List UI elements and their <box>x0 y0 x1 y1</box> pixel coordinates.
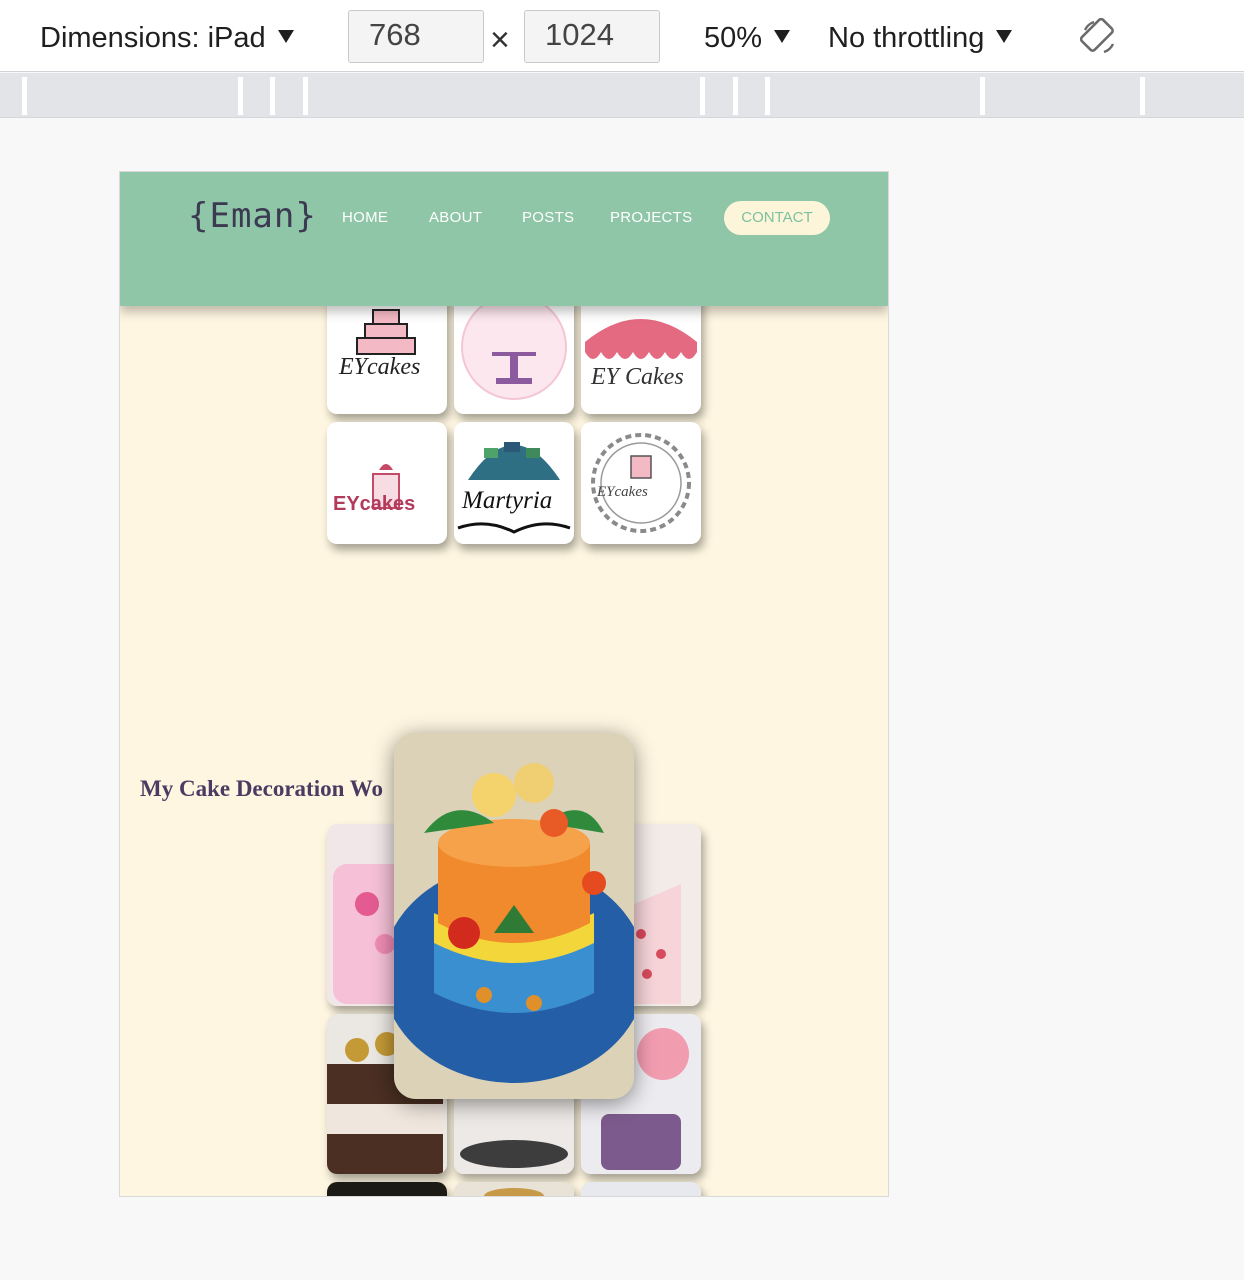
caret-down-icon <box>774 30 791 43</box>
cake-section-title: My Cake Decoration Wo <box>140 776 383 801</box>
ey-cakes-logo-5[interactable]: EYcakes <box>581 422 701 544</box>
nav-posts[interactable]: POSTS <box>522 209 574 226</box>
ey-cakes-logo-3[interactable]: EY Cakes <box>581 292 701 414</box>
media-query-marker <box>765 77 770 115</box>
rotate-device-icon[interactable] <box>1079 17 1118 56</box>
cookie-cake-photo[interactable] <box>454 1182 574 1196</box>
media-query-marker <box>980 77 985 115</box>
logo-text: EYcakes <box>333 493 415 515</box>
media-query-marker <box>1140 77 1145 115</box>
nav-home[interactable]: HOME <box>342 209 388 226</box>
width-input[interactable]: 768 <box>348 10 484 63</box>
caret-down-icon <box>996 30 1013 43</box>
caret-down-icon <box>277 30 294 43</box>
device-toolbar: Dimensions: iPad 768 × 1024 50% No throt… <box>0 0 1244 72</box>
emulated-viewport: {Eman} HOME ABOUT POSTS PROJECTS CONTACT… <box>119 171 889 1197</box>
martyria-logo[interactable]: Martyria <box>454 422 574 544</box>
nav-about[interactable]: ABOUT <box>429 209 482 226</box>
media-query-marker <box>270 77 275 115</box>
white-cake-photo[interactable] <box>581 1182 701 1196</box>
logo-text: EYcakes <box>596 484 648 500</box>
media-query-bar[interactable] <box>0 73 1244 118</box>
dimensions-dropdown[interactable]: Dimensions: iPad <box>40 18 294 58</box>
tropical-flower-cake-photo[interactable] <box>394 733 634 1099</box>
dimensions-label: Dimensions: iPad <box>40 22 266 54</box>
height-input[interactable]: 1024 <box>524 10 660 63</box>
contact-button[interactable]: CONTACT <box>724 201 830 235</box>
media-query-marker <box>303 77 308 115</box>
site-logo[interactable]: {Eman} <box>188 196 317 236</box>
media-query-marker <box>238 77 243 115</box>
zoom-dropdown[interactable]: 50% <box>704 18 791 58</box>
ey-cakes-logo-1[interactable]: EYcakes <box>327 292 447 414</box>
media-query-marker <box>733 77 738 115</box>
ey-cakes-logo-4[interactable]: EYcakes <box>327 422 447 544</box>
zoom-label: 50% <box>704 22 763 54</box>
throttling-label: No throttling <box>828 22 985 54</box>
dark-cake-photo[interactable] <box>327 1182 447 1196</box>
media-query-marker <box>22 77 27 115</box>
throttling-dropdown[interactable]: No throttling <box>828 18 1013 58</box>
media-query-marker <box>700 77 705 115</box>
ey-cakes-logo-2[interactable] <box>454 292 574 414</box>
logo-text: EY Cakes <box>590 364 684 390</box>
logo-text: Martyria <box>461 487 552 514</box>
site-navbar: {Eman} HOME ABOUT POSTS PROJECTS CONTACT <box>120 172 888 306</box>
logo-text: EYcakes <box>338 354 420 380</box>
nav-projects[interactable]: PROJECTS <box>610 209 692 226</box>
times-separator: × <box>490 21 510 59</box>
